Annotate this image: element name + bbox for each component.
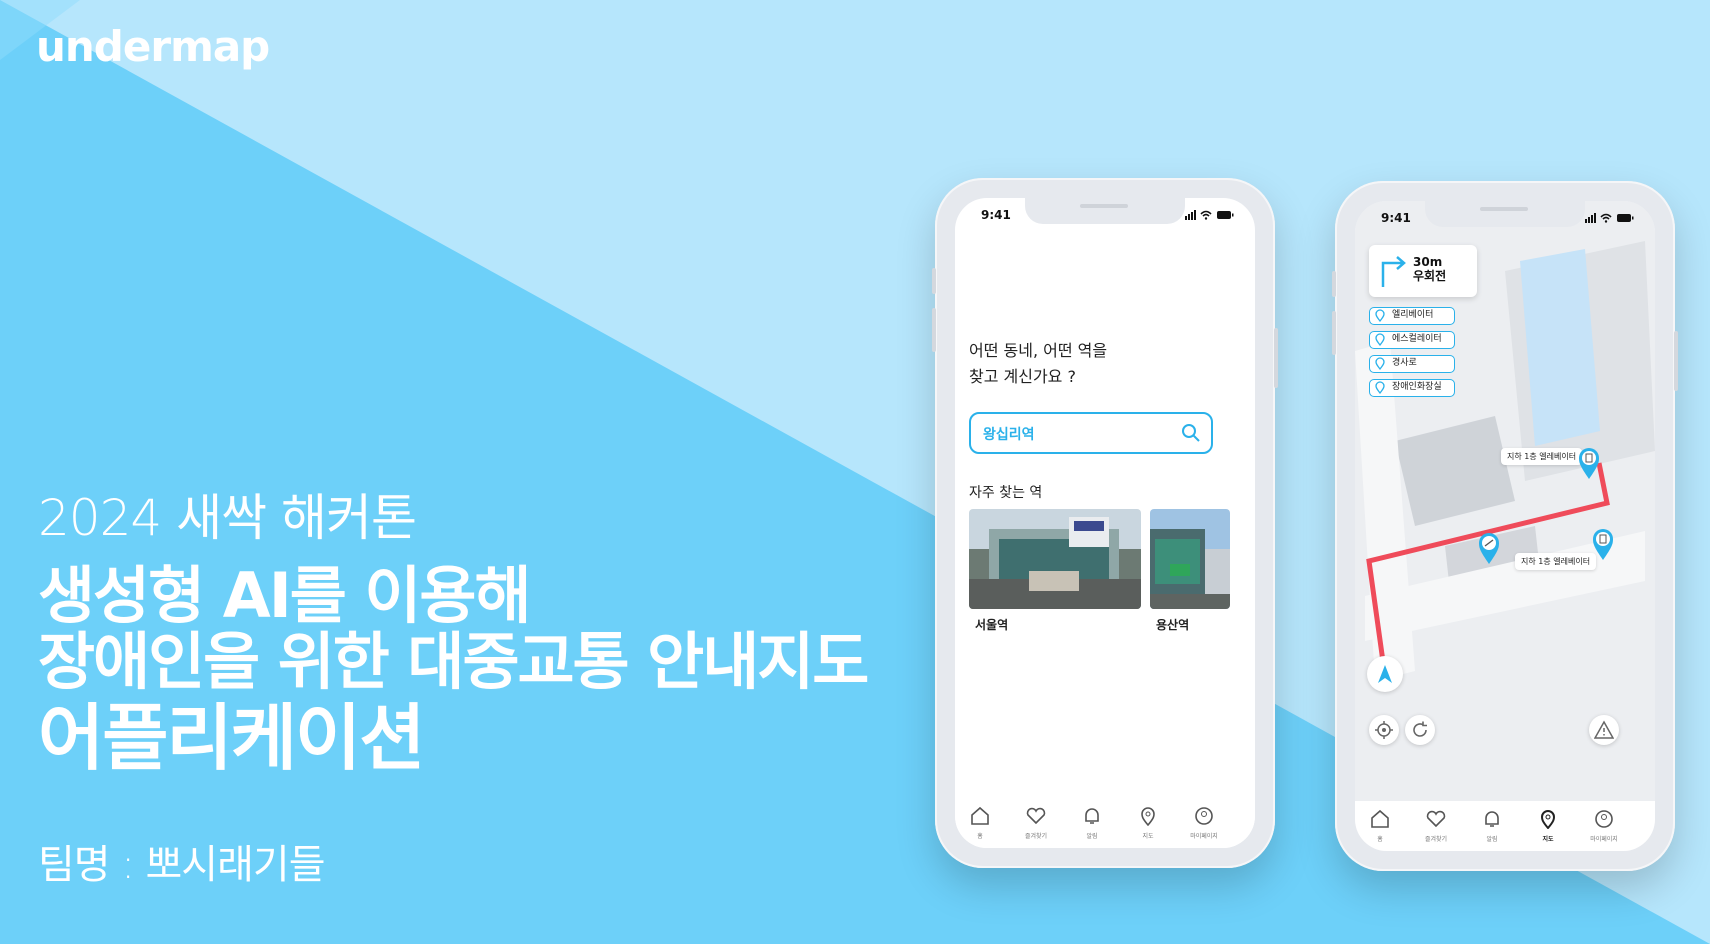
search-icon[interactable] (1181, 423, 1201, 443)
home-icon (1371, 809, 1389, 828)
headline: 생성형 AI를 이용해 장애인을 위한 대중교통 안내지도 어플리케이션 (38, 559, 869, 780)
location-pin-icon (1375, 309, 1385, 322)
location-pin-icon (1375, 333, 1385, 346)
bottom-tab-bar: 홈 즐겨찾기 알림 지도 마이페이지 (955, 798, 1255, 848)
map-label-elevator-2: 지하 1층 엘레베이터 (1515, 553, 1597, 570)
indoor-map[interactable] (1355, 201, 1655, 851)
tab-notifications[interactable]: 알림 (1067, 806, 1117, 840)
tab-favorites[interactable]: 즐겨찾기 (1411, 809, 1461, 843)
tab-notifications[interactable]: 알림 (1467, 809, 1517, 843)
headline-line-1: 생성형 AI를 이용해 (38, 559, 532, 632)
search-value: 왕십리역 (983, 427, 1035, 443)
bell-icon (1085, 808, 1099, 824)
phone-search-screen: 9:41 어떤 동네, 어떤 역을 찾고 계신가요 ? 왕십리역 자주 찾는 역 (932, 178, 1278, 868)
tab-map-label: 지도 (1542, 836, 1554, 843)
frequent-stations-title: 자주 찾는 역 (969, 485, 1043, 501)
bell-icon (1485, 811, 1499, 827)
tab-mypage[interactable]: 마이페이지 (1579, 809, 1629, 843)
navigation-arrow-icon (1378, 665, 1392, 683)
current-location-marker[interactable] (1367, 656, 1403, 692)
map-pin-icon (1141, 807, 1155, 827)
filter-chip-label: 경사로 (1392, 358, 1417, 368)
user-icon (1195, 807, 1213, 825)
signal-wifi-battery-icon (1185, 210, 1234, 220)
search-prompt: 어떤 동네, 어떤 역을 찾고 계신가요 ? (969, 338, 1107, 390)
filter-chip-label: 엘리베이터 (1392, 310, 1434, 320)
heart-icon (1026, 807, 1046, 825)
filter-chip-label: 에스컬레이터 (1392, 334, 1442, 344)
yongsan-station-photo (1150, 509, 1230, 609)
locate-me-button[interactable] (1369, 715, 1399, 745)
tab-home[interactable]: 홈 (955, 806, 1005, 840)
tab-home-label: 홈 (1377, 836, 1383, 843)
warning-icon (1594, 720, 1614, 739)
headline-line-2: 장애인을 위한 대중교통 안내지도 (38, 625, 869, 698)
tab-home[interactable]: 홈 (1355, 809, 1405, 843)
event-subtitle: 2024 새싹 해커톤 (38, 489, 417, 547)
refresh-icon (1413, 721, 1427, 737)
turn-right-arrow-icon (1381, 256, 1406, 287)
phone-map-screen: 9:41 30m 우회전 엘리베이터 에스컬레이터 경사로 장애인화장실 지하 … (1332, 181, 1678, 871)
turn-text: 30m 우회전 (1413, 255, 1446, 283)
refresh-button[interactable] (1405, 715, 1435, 745)
tab-mypage-label: 마이페이지 (1590, 836, 1618, 843)
search-prompt-line-1: 어떤 동네, 어떤 역을 (969, 341, 1108, 360)
tab-notifications-label: 알림 (1486, 836, 1498, 843)
tab-mypage[interactable]: 마이페이지 (1179, 806, 1229, 840)
turn-instruction-card: 30m 우회전 (1369, 245, 1477, 297)
station-card-seoul[interactable] (969, 509, 1141, 609)
search-prompt-line-2: 찾고 계신가요 ? (969, 367, 1076, 386)
station-card-yongsan[interactable] (1150, 509, 1230, 609)
signal-wifi-battery-icon (1585, 213, 1634, 223)
phone-screen: 9:41 30m 우회전 엘리베이터 에스컬레이터 경사로 장애인화장실 지하 … (1355, 201, 1655, 851)
map-label-elevator-1: 지하 1층 엘레베이터 (1501, 448, 1583, 465)
status-bar: 9:41 (955, 198, 1255, 234)
tab-favorites-label: 즐겨찾기 (1024, 833, 1048, 840)
filter-chip-accessible-toilet[interactable]: 장애인화장실 (1369, 379, 1455, 397)
headline-line-3: 어플리케이션 (38, 696, 425, 780)
status-time: 9:41 (981, 208, 1011, 222)
station-search-input[interactable]: 왕십리역 (969, 412, 1213, 454)
filter-chip-elevator[interactable]: 엘리베이터 (1369, 307, 1455, 325)
tab-notifications-label: 알림 (1086, 833, 1098, 840)
location-pin-icon (1375, 357, 1385, 370)
turn-distance: 30m (1413, 255, 1443, 269)
seoul-station-photo (969, 509, 1141, 609)
tab-favorites-label: 즐겨찾기 (1424, 836, 1448, 843)
status-bar: 9:41 (1355, 201, 1655, 237)
bottom-tab-bar: 홈 즐겨찾기 알림 지도 마이페이지 (1355, 801, 1655, 851)
tab-map-label: 지도 (1142, 833, 1154, 840)
report-warning-button[interactable] (1589, 715, 1619, 745)
phone-screen: 9:41 어떤 동네, 어떤 역을 찾고 계신가요 ? 왕십리역 자주 찾는 역 (955, 198, 1255, 848)
ramp-pin-icon[interactable] (1477, 531, 1501, 565)
filter-chip-ramp[interactable]: 경사로 (1369, 355, 1455, 373)
map-pin-icon (1540, 810, 1556, 830)
tab-mypage-label: 마이페이지 (1190, 833, 1218, 840)
elevator-pin-icon[interactable] (1577, 446, 1601, 480)
status-time: 9:41 (1381, 211, 1411, 225)
turn-direction: 우회전 (1413, 269, 1447, 283)
tab-favorites[interactable]: 즐겨찾기 (1011, 806, 1061, 840)
brand-logo: undermap (36, 22, 270, 71)
tab-map[interactable]: 지도 (1523, 809, 1573, 843)
tab-map[interactable]: 지도 (1123, 806, 1173, 840)
home-icon (971, 806, 989, 825)
filter-chip-escalator[interactable]: 에스컬레이터 (1369, 331, 1455, 349)
heart-icon (1426, 810, 1446, 828)
elevator-pin-icon[interactable] (1591, 527, 1615, 561)
user-icon (1595, 810, 1613, 828)
station-label-yongsan: 용산역 (1156, 618, 1190, 632)
tab-home-label: 홈 (977, 833, 983, 840)
map-canvas (1355, 201, 1655, 851)
filter-chip-label: 장애인화장실 (1392, 382, 1442, 392)
station-label-seoul: 서울역 (975, 618, 1009, 632)
team-name: 팀명 : 뽀시래기들 (38, 842, 326, 888)
crosshair-icon (1375, 721, 1393, 739)
location-pin-icon (1375, 381, 1385, 394)
